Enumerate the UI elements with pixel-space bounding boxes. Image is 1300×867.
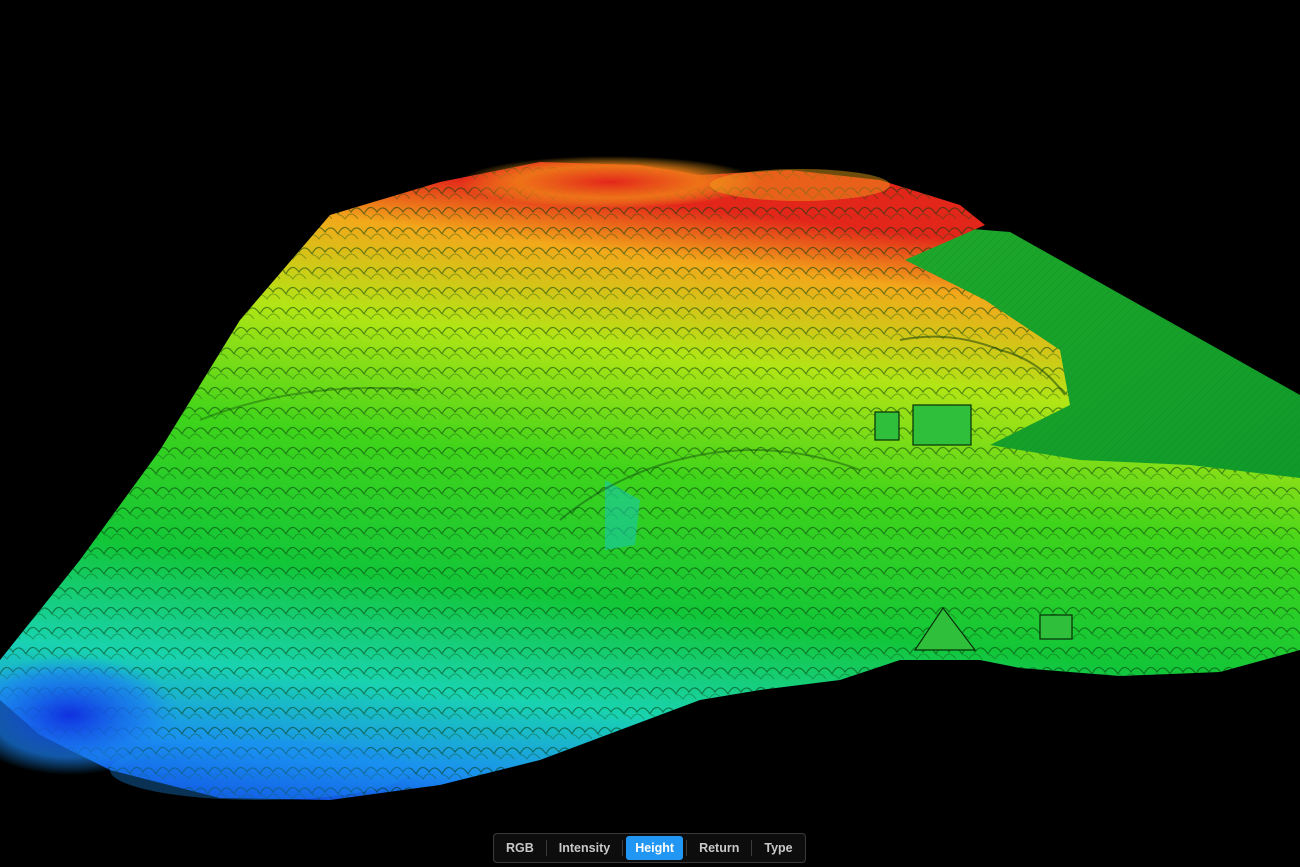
lidar-point-cloud[interactable] [0, 0, 1300, 867]
color-mode-toolbar: RGB Intensity Height Return Type [493, 833, 806, 863]
toolbar-separator [622, 840, 624, 856]
mode-button-intensity[interactable]: Intensity [550, 836, 619, 860]
toolbar-separator [545, 840, 547, 856]
mode-button-rgb[interactable]: RGB [497, 836, 543, 860]
mode-button-return[interactable]: Return [690, 836, 748, 860]
point-cloud-viewport[interactable]: RGB Intensity Height Return Type [0, 0, 1300, 867]
mode-button-height[interactable]: Height [626, 836, 684, 860]
toolbar-separator [751, 840, 753, 856]
toolbar-separator [686, 840, 688, 856]
mode-button-type[interactable]: Type [755, 836, 801, 860]
